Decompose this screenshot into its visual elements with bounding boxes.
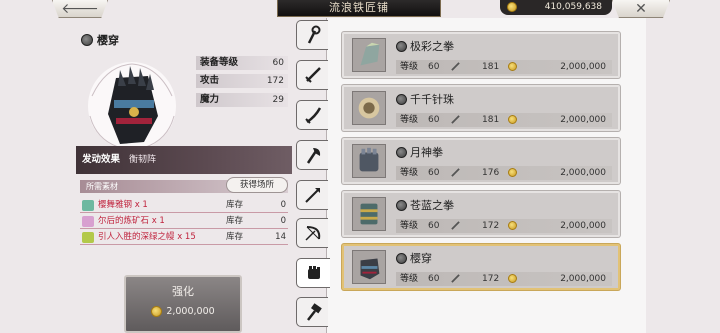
cloth-icon [82, 232, 94, 243]
currency-display: 410,059,638 [500, 0, 612, 15]
weapon-stats: 等级 60 181 2,000,000 [396, 113, 612, 127]
weapon-stats: 等级 60 172 2,000,000 [396, 219, 612, 233]
back-arrow-icon: 🡐 [61, 1, 99, 17]
crystal-icon [82, 216, 94, 227]
weapon-card[interactable]: 苍蓝之拳 等级 60 172 2,000,000 [342, 191, 620, 237]
attack-icon [451, 62, 460, 71]
coin-icon [508, 274, 517, 283]
fist-icon [396, 199, 407, 211]
fist-icon [307, 266, 320, 279]
tab-staff[interactable] [296, 20, 328, 50]
tab-sword[interactable] [296, 60, 328, 90]
weapon-name: 极彩之拳 [410, 40, 454, 53]
coin-icon [508, 115, 517, 124]
weapon-card[interactable]: 千千针珠 等级 60 181 2,000,000 [342, 85, 620, 131]
weapon-thumbnail [352, 250, 386, 284]
close-icon: ✕ [635, 0, 647, 17]
katana-icon [304, 107, 321, 124]
item-detail-panel: 樱穿 装备等级 60 攻击 172 魔力 29 发动效果 衡韧阵 所需素材 获得… [76, 26, 292, 333]
weapon-stats: 等级 60 176 2,000,000 [396, 166, 612, 180]
weapon-thumbnail [352, 197, 386, 231]
fist-icon [396, 40, 407, 52]
weapon-name: 苍蓝之拳 [410, 199, 454, 212]
hammer-icon [306, 303, 322, 321]
axe-icon [306, 148, 320, 164]
stat-row-level: 装备等级 60 [196, 56, 288, 70]
attack-icon [451, 274, 460, 283]
spear-icon [304, 188, 320, 203]
stat-row-attack: 攻击 172 [196, 74, 288, 88]
sword-icon [304, 67, 321, 83]
coin-icon [151, 306, 163, 317]
item-name: 樱穿 [97, 34, 119, 47]
weapon-card[interactable]: 月神拳 等级 60 176 2,000,000 [342, 138, 620, 184]
attack-icon [451, 168, 460, 177]
effect-label: 发动效果 [82, 154, 121, 165]
staff-icon [307, 25, 320, 44]
coin-icon [507, 2, 517, 12]
weapon-name: 樱穿 [410, 252, 432, 265]
weapon-name: 千千针珠 [410, 93, 454, 106]
tab-bow[interactable] [296, 218, 328, 248]
effect-value: 衡韧阵 [129, 155, 157, 165]
weapon-name: 月神拳 [410, 146, 443, 159]
weapon-stats: 等级 60 172 2,000,000 [396, 272, 612, 286]
material-row[interactable]: 尔后的炼矿石 x 1 库存 0 [80, 214, 288, 229]
tab-axe[interactable] [296, 140, 328, 170]
weapon-stats: 等级 60 181 2,000,000 [396, 60, 612, 74]
tab-fist[interactable] [296, 258, 330, 288]
weapon-thumbnail [352, 91, 386, 125]
stat-row-magic: 魔力 29 [196, 93, 288, 107]
attack-icon [451, 115, 460, 124]
attack-icon [451, 221, 460, 230]
fist-icon [396, 93, 407, 105]
obtain-location-button[interactable]: 获得场所 [226, 177, 288, 193]
fist-icon [396, 252, 407, 264]
effect-bar: 发动效果 衡韧阵 [76, 146, 292, 174]
material-row[interactable]: 引人入胜的深绿之幔 x 15 库存 14 [80, 230, 288, 245]
fist-weapon-type-icon [81, 34, 93, 46]
tab-spear[interactable] [296, 180, 328, 210]
enhance-button[interactable]: 强化 2,000,000 [124, 275, 242, 333]
coin-icon [508, 168, 517, 177]
coin-icon [508, 62, 517, 71]
weapon-thumbnail [352, 38, 386, 72]
fist-icon [396, 146, 407, 158]
gauntlet-artwork [88, 62, 176, 151]
page-title: 流浪铁匠铺 [277, 0, 441, 17]
top-bar: 🡐 流浪铁匠铺 410,059,638 ✕ [0, 0, 720, 18]
tab-katana[interactable] [296, 100, 328, 130]
weapon-thumbnail [352, 144, 386, 178]
coin-icon [508, 221, 517, 230]
close-button[interactable]: ✕ [612, 0, 670, 18]
enhance-label: 强化 [172, 285, 194, 298]
currency-amount: 410,059,638 [544, 2, 602, 12]
weapon-card-selected[interactable]: 樱穿 等级 60 172 2,000,000 [342, 244, 620, 290]
material-row[interactable]: 樱舞雅钢 x 1 库存 0 [80, 198, 288, 213]
tab-hammer[interactable] [296, 297, 328, 327]
back-button[interactable]: 🡐 [52, 0, 108, 18]
ore-icon [82, 200, 94, 211]
bow-icon [304, 226, 320, 241]
enhance-cost: 2,000,000 [126, 306, 240, 317]
weapon-card[interactable]: 极彩之拳 等级 60 181 2,000,000 [342, 32, 620, 78]
item-title: 樱穿 [81, 32, 119, 48]
